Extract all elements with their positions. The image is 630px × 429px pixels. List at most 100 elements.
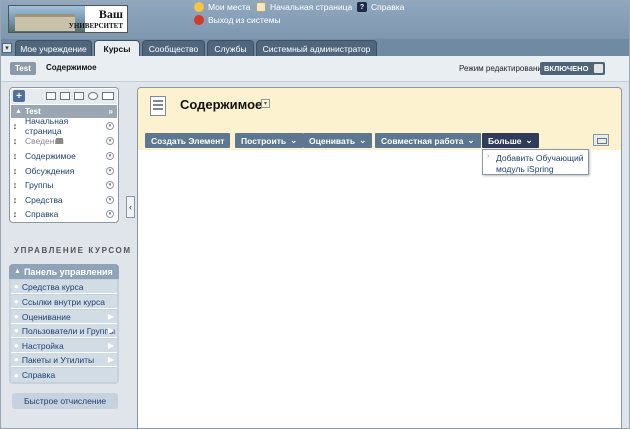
add-ispring-module-item[interactable]: Добавить Обучающий модуль iSpring [496, 153, 588, 175]
refresh-icon[interactable] [88, 92, 98, 100]
chevron-right-icon: ▶ [107, 326, 114, 335]
cp-item-customization[interactable]: ● Настройка ▶ [11, 339, 117, 353]
cp-item-label: Настройка [21, 340, 64, 351]
button-label: Больше [488, 135, 522, 146]
course-menu-item-help[interactable]: ↕ Справка ▾ [11, 207, 117, 221]
chevron-down-icon: ⌄ [467, 135, 475, 145]
my-places-link[interactable]: Мои места [194, 2, 250, 12]
chevron-down-icon[interactable]: ▾ [106, 181, 114, 189]
folder-view-icon[interactable] [60, 92, 70, 100]
more-button[interactable]: Больше ⌄ [482, 133, 539, 148]
logout-label: Выход из системы [208, 15, 281, 25]
my-places-label: Мои места [208, 2, 251, 12]
keyboard-icon[interactable] [102, 92, 114, 100]
content-page-icon [150, 96, 166, 116]
sidebar-collapse-button[interactable]: ‹ [126, 196, 135, 218]
course-menu-item-discussions[interactable]: ↕ Обсуждения ▾ [11, 164, 117, 178]
chevron-down-icon[interactable]: ▾ [106, 122, 114, 130]
course-title-label: Test [24, 107, 41, 116]
bullet-icon: ● [14, 341, 19, 350]
edit-mode-toggle[interactable]: ВКЛЮЧЕНО [540, 62, 605, 75]
chevron-down-icon[interactable]: ▾ [106, 167, 114, 175]
drag-handle-icon[interactable]: ↕ [11, 121, 19, 131]
edit-mode-state: ВКЛЮЧЕНО [544, 64, 589, 73]
add-menu-item-button[interactable]: + [13, 90, 25, 102]
list-view-icon[interactable] [46, 92, 56, 100]
chevron-down-icon[interactable]: ▾ [106, 196, 114, 204]
cp-item-label: Пользователи и Группы [21, 325, 116, 336]
chevron-down-icon[interactable]: ▾ [106, 210, 114, 218]
cp-item-grading[interactable]: ● Оценивание ▶ [11, 310, 117, 324]
window-view-icon[interactable] [74, 92, 84, 100]
course-menu-item-groups[interactable]: ↕ Группы ▾ [11, 178, 117, 192]
drag-handle-icon[interactable]: ↕ [11, 209, 19, 219]
tab-community[interactable]: Сообщество [142, 40, 205, 56]
menu-item-label: Содержимое [25, 151, 76, 161]
menu-item-label: Средства [25, 195, 63, 205]
cp-item-label: Справка [21, 370, 56, 380]
home-link[interactable]: Начальная страница [256, 2, 352, 12]
bullet-icon: ● [14, 312, 19, 321]
keyboard-shortcuts-icon[interactable] [593, 134, 609, 146]
chevron-down-icon: ⌄ [525, 135, 533, 145]
breadcrumb-page: Содержимое [46, 63, 97, 72]
chevron-down-icon: ⌄ [359, 135, 367, 145]
cp-item-label: Средства курса [21, 281, 84, 292]
more-dropdown-menu: › Добавить Обучающий модуль iSpring [482, 149, 589, 175]
cp-item-course-tools[interactable]: ● Средства курса [11, 280, 117, 294]
collapse-header-icon[interactable]: ▾ [2, 43, 12, 53]
menu-item-label: Начальная страница [25, 116, 69, 136]
course-menu-item-info[interactable]: ↕ Сведения ▾ [11, 134, 117, 148]
cp-item-label: Ссылки внутри курса [21, 296, 105, 307]
bullet-icon: ● [14, 326, 19, 335]
build-button[interactable]: Построить ⌄ [235, 133, 304, 148]
bullet-icon: ● [14, 370, 19, 380]
collapse-arrow-icon: ▲ [14, 268, 21, 275]
quick-unenroll-button[interactable]: Быстрое отчисление [12, 393, 118, 409]
button-label: Оценивать [309, 135, 356, 146]
cp-item-help[interactable]: ● Справка [11, 368, 117, 382]
cp-item-users-groups[interactable]: ● Пользователи и Группы ▶ [11, 324, 117, 338]
control-panel-label: Панель управления [23, 266, 113, 277]
menu-item-label: Сведения [25, 136, 64, 146]
toggle-knob [594, 64, 603, 73]
person-icon [194, 2, 204, 12]
hidden-item-icon [56, 138, 63, 144]
tab-courses[interactable]: Курсы [94, 40, 140, 56]
button-label: Совместная работа [381, 135, 464, 146]
logo-line1: Ваш [98, 7, 123, 21]
menu-item-label: Группы [25, 180, 54, 190]
collaborate-button[interactable]: Совместная работа ⌄ [375, 133, 481, 148]
chevron-down-icon[interactable]: ▾ [106, 152, 114, 160]
help-label: Справка [371, 2, 405, 12]
course-menu-item-home[interactable]: ↕ Начальная страница ▾ [11, 116, 117, 136]
chevron-down-icon[interactable]: ▾ [106, 137, 114, 145]
course-menu-item-tools[interactable]: ↕ Средства ▾ [11, 193, 117, 207]
chevron-right-icon: ▶ [107, 341, 114, 350]
cp-item-packages-utilities[interactable]: ● Пакеты и Утилиты ▶ [11, 353, 117, 367]
tab-services[interactable]: Службы [207, 40, 254, 56]
expand-icon: » [108, 107, 113, 116]
chevron-right-icon: › [487, 153, 490, 160]
course-menu-item-content[interactable]: ↕ Содержимое ▾ [11, 149, 117, 163]
drag-handle-icon[interactable]: ↕ [11, 136, 19, 146]
drag-handle-icon[interactable]: ↕ [11, 166, 19, 176]
menu-item-label: Обсуждения [25, 166, 75, 176]
page-title: Содержимое [180, 97, 263, 112]
drag-handle-icon[interactable]: ↕ [11, 195, 19, 205]
tab-system-admin[interactable]: Системный администратор [256, 40, 377, 56]
drag-handle-icon[interactable]: ↕ [11, 180, 19, 190]
control-panel-title[interactable]: ▲ Панель управления [9, 264, 119, 279]
help-icon: ? [357, 2, 367, 12]
title-options-icon[interactable]: ▾ [261, 99, 270, 108]
drag-handle-icon[interactable]: ↕ [11, 151, 19, 161]
cp-item-course-links[interactable]: ● Ссылки внутри курса [11, 295, 117, 309]
assess-button[interactable]: Оценивать ⌄ [303, 133, 373, 148]
tab-my-institution[interactable]: Мое учреждение [15, 40, 92, 56]
breadcrumb-course[interactable]: Test [10, 62, 36, 75]
logout-link[interactable]: Выход из системы [194, 15, 281, 25]
bullet-icon: ● [14, 297, 19, 306]
help-link[interactable]: ? Справка [357, 2, 404, 12]
create-item-button[interactable]: Создать Элемент [145, 133, 231, 148]
university-logo[interactable]: Ваш УНИВЕРСИТЕТ [8, 5, 128, 33]
